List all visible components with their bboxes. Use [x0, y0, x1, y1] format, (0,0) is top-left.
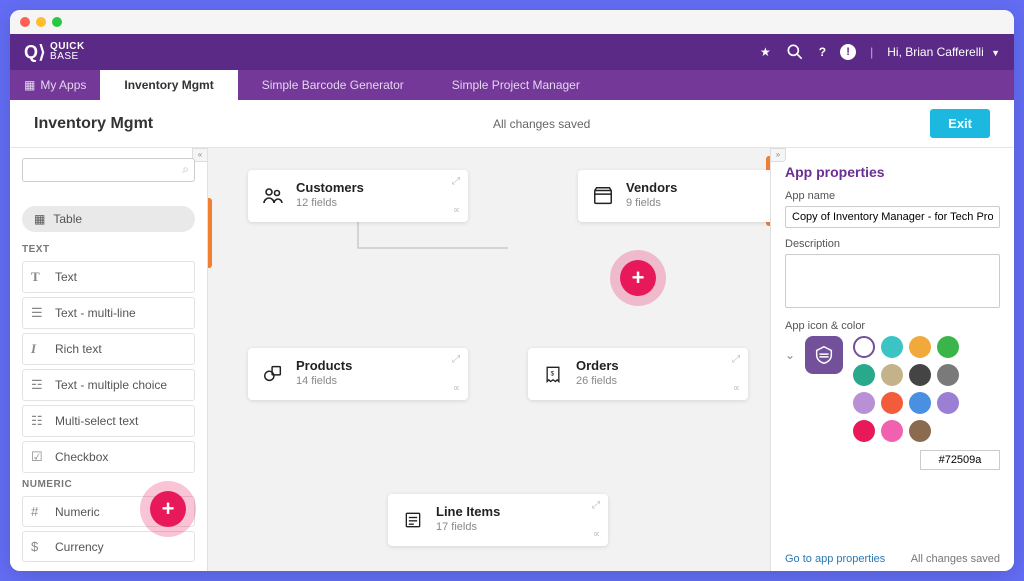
description-label: Description [785, 238, 1000, 250]
customers-icon [260, 180, 286, 212]
properties-panel: » App properties App name Description Ap… [770, 148, 1014, 571]
color-swatch[interactable] [909, 392, 931, 414]
chevron-down-icon[interactable]: ⌄ [785, 348, 795, 362]
chevron-down-icon: ▼ [991, 48, 1000, 58]
multiselect-icon: ☷ [31, 413, 47, 429]
app-name-label: App name [785, 190, 1000, 202]
builder-toolbar: Inventory Mgmt All changes saved Exit [10, 100, 1014, 148]
relation-icon[interactable]: ∝ [593, 529, 600, 540]
relation-icon[interactable]: ∝ [453, 383, 460, 394]
search-icon[interactable] [785, 42, 805, 62]
line-items-icon [400, 504, 426, 536]
color-swatch[interactable] [909, 336, 931, 358]
hex-color-input[interactable] [920, 450, 1000, 470]
tab-inventory-mgmt[interactable]: Inventory Mgmt [100, 70, 237, 100]
color-swatch[interactable] [937, 392, 959, 414]
products-icon [260, 358, 286, 390]
table-node-orders[interactable]: ⤢ ∝ $ Orders26 fields [528, 348, 748, 400]
expand-icon[interactable]: ⤢ [452, 354, 460, 365]
relation-icon[interactable]: ∝ [453, 205, 460, 216]
table-node-line-items[interactable]: ⤢ ∝ Line Items17 fields [388, 494, 608, 546]
schema-canvas[interactable]: ⤢ ∝ Customers12 fields ⤢ ∝ Vendors9 fiel… [208, 148, 770, 571]
field-currency[interactable]: $Currency [22, 531, 195, 562]
table-node-vendors[interactable]: ⤢ ∝ Vendors9 fields [578, 170, 770, 222]
richtext-icon: I [31, 341, 47, 357]
add-table-fab[interactable]: + [620, 260, 656, 296]
field-rich-text[interactable]: IRich text [22, 333, 195, 365]
apps-grid-icon: ▦ [24, 78, 34, 92]
color-swatch[interactable] [853, 364, 875, 386]
field-text[interactable]: TText [22, 261, 195, 293]
text-icon: T [31, 269, 47, 285]
panel-save-status: All changes saved [911, 553, 1000, 565]
app-name-input[interactable] [785, 206, 1000, 228]
icon-color-label: App icon & color [785, 320, 1000, 332]
alerts-icon[interactable]: ! [840, 44, 856, 60]
go-to-properties-link[interactable]: Go to app properties [785, 553, 885, 565]
field-text-choice[interactable]: ☲Text - multiple choice [22, 369, 195, 401]
brand-logo[interactable]: Q⟩ QUICK BASE [24, 42, 85, 62]
add-field-fab[interactable]: + [150, 491, 186, 527]
section-text-header: TEXT [22, 244, 195, 255]
color-swatch[interactable] [909, 364, 931, 386]
color-swatch[interactable] [881, 336, 903, 358]
color-swatch[interactable] [937, 364, 959, 386]
exit-button[interactable]: Exit [930, 109, 990, 138]
field-palette-panel: « ⌕ ▦ Table TEXT TText ☰Text - multi-lin… [10, 148, 208, 571]
table-node-customers[interactable]: ⤢ ∝ Customers12 fields [248, 170, 468, 222]
relation-icon[interactable]: ∝ [733, 383, 740, 394]
field-checkbox[interactable]: ☑Checkbox [22, 441, 195, 473]
dollar-icon: $ [31, 539, 47, 554]
hash-icon: # [31, 504, 47, 519]
user-greeting[interactable]: Hi, Brian Cafferelli ▼ [887, 45, 1000, 59]
tab-barcode-generator[interactable]: Simple Barcode Generator [238, 70, 428, 100]
search-icon: ⌕ [182, 162, 189, 177]
color-swatch[interactable] [881, 392, 903, 414]
table-icon: ▦ [34, 212, 45, 226]
expand-icon[interactable]: ⤢ [592, 500, 600, 511]
description-input[interactable] [785, 254, 1000, 308]
color-swatch[interactable] [937, 336, 959, 358]
orders-icon: $ [540, 358, 566, 390]
field-text-multiline[interactable]: ☰Text - multi-line [22, 297, 195, 329]
expand-icon[interactable]: ⤢ [732, 354, 740, 365]
color-swatch[interactable] [853, 336, 875, 358]
color-swatches [853, 336, 973, 442]
app-tabs-bar: ▦ My Apps Inventory Mgmt Simple Barcode … [10, 70, 1014, 100]
help-icon[interactable]: ? [819, 45, 826, 59]
color-swatch[interactable] [909, 420, 931, 442]
vendors-icon [590, 180, 616, 212]
color-swatch[interactable] [881, 420, 903, 442]
field-multi-select[interactable]: ☷Multi-select text [22, 405, 195, 437]
multiline-icon: ☰ [31, 305, 47, 321]
brand-mark-icon: Q⟩ [24, 43, 46, 61]
mac-close-dot[interactable] [20, 17, 30, 27]
save-status: All changes saved [153, 117, 930, 131]
app-icon-preview[interactable] [805, 336, 843, 374]
field-search-input[interactable] [22, 158, 195, 182]
collapse-right-icon[interactable]: » [770, 148, 786, 162]
mac-max-dot[interactable] [52, 17, 62, 27]
svg-text:$: $ [551, 371, 555, 378]
my-apps-button[interactable]: ▦ My Apps [10, 70, 100, 100]
checkbox-icon: ☑ [31, 449, 47, 465]
color-swatch[interactable] [853, 392, 875, 414]
brand-text-bottom: BASE [50, 52, 85, 62]
color-swatch[interactable] [853, 420, 875, 442]
mac-titlebar [10, 10, 1014, 34]
table-type-pill[interactable]: ▦ Table [22, 206, 195, 232]
expand-icon[interactable]: ⤢ [452, 176, 460, 187]
global-header: Q⟩ QUICK BASE ★ ? ! | Hi, Brian Cafferel… [10, 34, 1014, 70]
section-numeric-header: NUMERIC [22, 479, 195, 490]
table-node-products[interactable]: ⤢ ∝ Products14 fields [248, 348, 468, 400]
color-swatch[interactable] [881, 364, 903, 386]
mac-min-dot[interactable] [36, 17, 46, 27]
tab-project-manager[interactable]: Simple Project Manager [428, 70, 604, 100]
choice-icon: ☲ [31, 377, 47, 393]
page-title: Inventory Mgmt [34, 115, 153, 133]
properties-title: App properties [785, 164, 1000, 180]
favorites-icon[interactable]: ★ [760, 45, 771, 59]
